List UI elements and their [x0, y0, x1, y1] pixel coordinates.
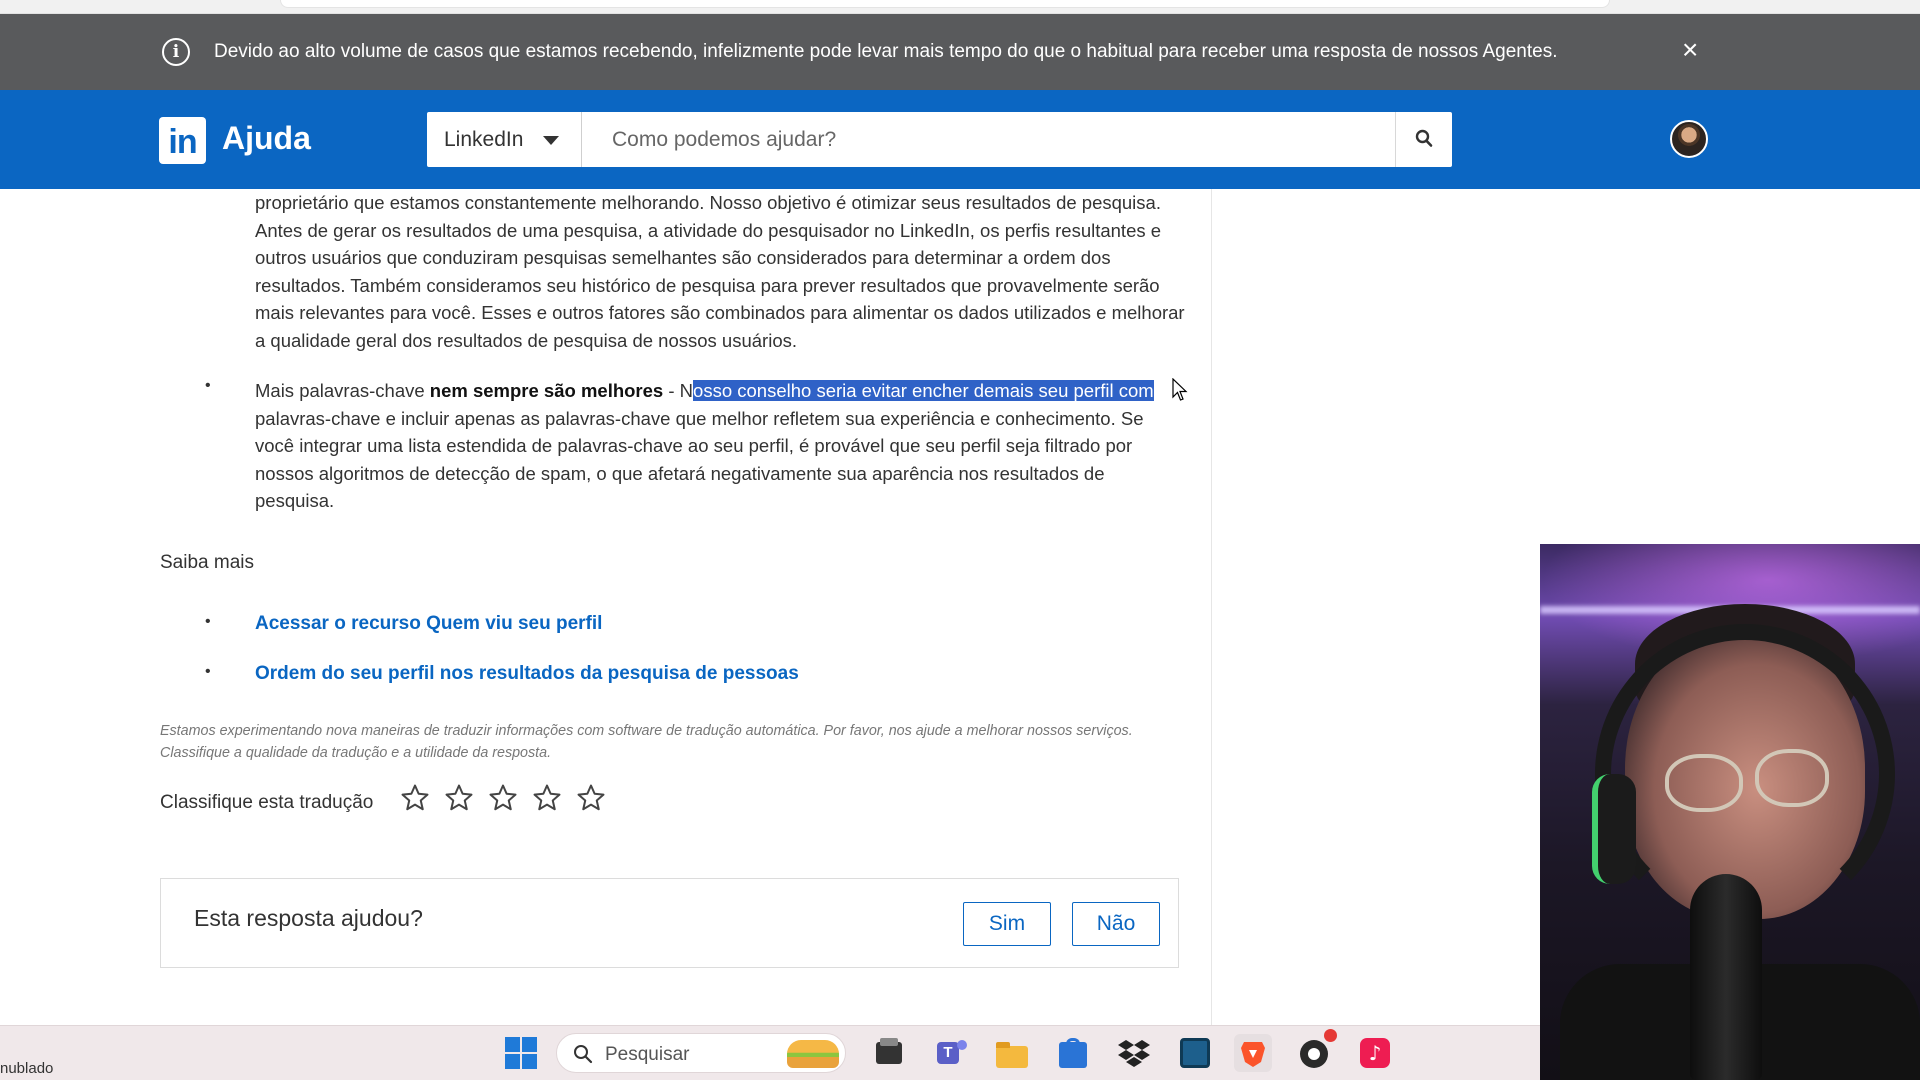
store-icon[interactable] [1054, 1034, 1092, 1072]
star-icon[interactable] [444, 783, 474, 813]
scope-label: LinkedIn [444, 128, 524, 151]
star-icon[interactable] [488, 783, 518, 813]
teams-icon[interactable]: T [932, 1034, 970, 1072]
keywords-paragraph: Mais palavras-chave nem sempre são melho… [255, 377, 1185, 515]
rate-translation-label: Classifique esta tradução [160, 792, 374, 813]
file-explorer-icon[interactable] [870, 1034, 908, 1072]
bullet-icon: • [205, 663, 211, 680]
bullet-bold-text: nem sempre são melhores [429, 380, 664, 401]
feedback-question: Esta resposta ajudou? [194, 905, 423, 931]
bullet-rest-text: palavras-chave e incluir apenas as palav… [255, 407, 1144, 512]
search-button[interactable] [1395, 112, 1452, 167]
webcam-overlay [1540, 544, 1920, 1080]
yes-button[interactable]: Sim [963, 902, 1051, 946]
search-icon [574, 1045, 593, 1064]
search-icon [1415, 129, 1433, 147]
search-bar: LinkedIn [427, 112, 1452, 167]
notice-banner: i Devido ao alto volume de casos que est… [0, 14, 1920, 90]
star-rating [400, 783, 606, 813]
feedback-box: Esta resposta ajudou? Sim Não [160, 878, 1179, 968]
brave-icon[interactable] [1234, 1034, 1272, 1072]
tiktok-icon[interactable]: ♪ [1356, 1034, 1394, 1072]
dropbox-icon[interactable] [1115, 1034, 1153, 1072]
taskbar-search[interactable]: Pesquisar [556, 1033, 846, 1073]
column-divider [1211, 189, 1212, 1025]
caret-down-icon [543, 136, 559, 145]
microphone-icon [1690, 874, 1762, 1080]
linkedin-logo-icon[interactable]: in [159, 117, 206, 164]
mouse-cursor-icon [1172, 378, 1188, 401]
no-button[interactable]: Não [1072, 902, 1160, 946]
notice-message: Devido ao alto volume de casos que estam… [214, 41, 1558, 62]
star-icon[interactable] [576, 783, 606, 813]
avatar[interactable] [1670, 120, 1708, 158]
search-highlight-icon [787, 1040, 839, 1068]
close-icon[interactable]: × [1682, 36, 1698, 64]
folder-icon[interactable] [993, 1034, 1031, 1072]
bullet-icon: • [205, 613, 211, 630]
selected-text: osso conselho seria evitar encher demais… [693, 380, 1154, 401]
address-bar-edge[interactable] [280, 0, 1610, 8]
help-header: in Ajuda LinkedIn [0, 90, 1920, 189]
bullet-intro-text: Mais palavras-chave [255, 380, 430, 401]
article-paragraph: proprietário que estamos constantemente … [255, 192, 1185, 351]
info-icon: i [162, 38, 190, 66]
search-input[interactable] [583, 112, 1389, 167]
taskbar-search-label: Pesquisar [605, 1044, 690, 1065]
terminal-icon[interactable] [1176, 1034, 1214, 1072]
star-icon[interactable] [532, 783, 562, 813]
learn-more-link[interactable]: Acessar o recurso Quem viu seu perfil [255, 613, 602, 635]
bullet-dash-text: - N [663, 380, 694, 401]
scope-dropdown[interactable]: LinkedIn [427, 112, 582, 167]
brand-title[interactable]: Ajuda [222, 120, 311, 157]
taskbar: nublado Pesquisar T ♪ [0, 1025, 1540, 1080]
translation-disclaimer: Estamos experimentando nova maneiras de … [160, 723, 1133, 761]
windows-start-icon[interactable] [502, 1034, 540, 1072]
bullet-icon: • [205, 377, 211, 394]
browser-chrome-strip [0, 0, 1920, 14]
notification-badge [1324, 1029, 1337, 1042]
weather-label[interactable]: nublado [0, 1060, 53, 1077]
star-icon[interactable] [400, 783, 430, 813]
learn-more-heading: Saiba mais [160, 552, 254, 573]
learn-more-link[interactable]: Ordem do seu perfil nos resultados da pe… [255, 663, 799, 685]
